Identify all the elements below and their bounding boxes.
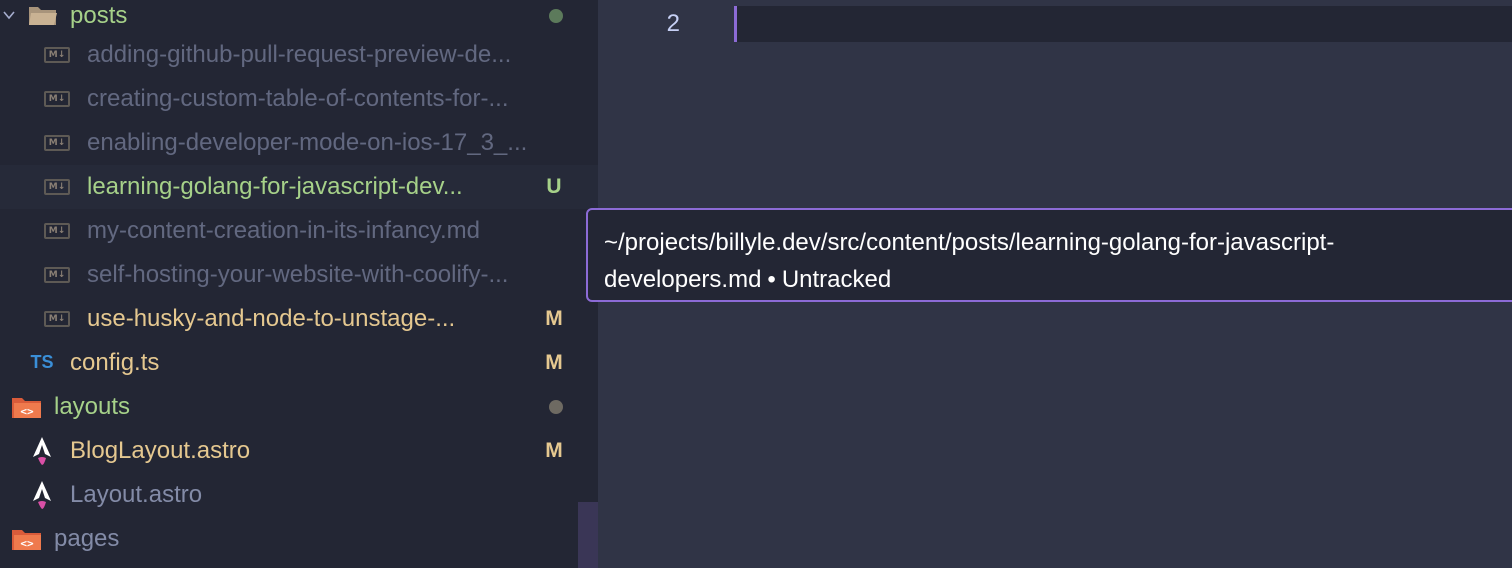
folder-open-icon: [26, 2, 60, 28]
folder-label: posts: [70, 2, 128, 29]
file-label: self-hosting-your-website-with-coolify-.…: [87, 261, 509, 288]
file-row-layout[interactable]: Layout.astro: [0, 473, 598, 517]
git-status-badge: M: [545, 307, 563, 330]
svg-text:<>: <>: [20, 537, 34, 550]
markdown-icon: M↓: [44, 135, 70, 151]
git-status-badge: M: [545, 439, 563, 462]
file-row-selected[interactable]: M↓ learning-golang-for-javascript-dev...…: [0, 165, 598, 209]
file-row-config[interactable]: TS config.ts M: [0, 341, 598, 385]
tooltip-git-state: Untracked: [781, 266, 892, 293]
file-row[interactable]: M↓ creating-custom-table-of-contents-for…: [0, 77, 598, 121]
file-row-blog-layout[interactable]: BlogLayout.astro M: [0, 429, 598, 473]
markdown-icon: M↓: [44, 223, 70, 239]
file-label: my-content-creation-in-its-infancy.md: [87, 217, 481, 244]
file-label: BlogLayout.astro: [70, 437, 251, 464]
tooltip-path-line-1: ~/projects/billyle.dev/src/content/posts…: [604, 229, 1335, 256]
folder-label: pages: [54, 525, 120, 552]
svg-text:<>: <>: [20, 405, 34, 418]
markdown-icon: M↓: [44, 267, 70, 283]
file-row[interactable]: M↓ self-hosting-your-website-with-coolif…: [0, 253, 598, 297]
file-path-tooltip: ~/projects/billyle.dev/src/content/posts…: [586, 208, 1512, 302]
file-label: use-husky-and-node-to-unstage-...: [87, 305, 456, 332]
current-line-highlight: [734, 6, 1512, 42]
folder-pages-icon: <>: [10, 525, 44, 553]
folder-layouts-icon: <>: [10, 393, 44, 421]
file-row[interactable]: M↓ use-husky-and-node-to-unstage-... M: [0, 297, 598, 341]
git-status-badge: M: [545, 351, 563, 374]
astro-icon: [28, 479, 56, 511]
typescript-icon: TS: [30, 351, 54, 372]
file-label: config.ts: [70, 349, 160, 376]
text-cursor: [734, 6, 737, 42]
tooltip-separator: •: [767, 266, 776, 293]
markdown-icon: M↓: [44, 311, 70, 327]
markdown-icon: M↓: [44, 91, 70, 107]
tooltip-line-2: developers.md • Untracked: [604, 261, 1508, 298]
sidebar-scrollbar-thumb[interactable]: [578, 502, 598, 568]
status-dot: [549, 9, 563, 23]
file-label: Layout.astro: [70, 481, 203, 508]
chevron-down-icon[interactable]: [2, 6, 16, 26]
status-dot: [549, 400, 563, 414]
file-row[interactable]: M↓ enabling-developer-mode-on-ios-17_3_.…: [0, 121, 598, 165]
file-row[interactable]: M↓ adding-github-pull-request-preview-de…: [0, 33, 598, 77]
file-label: adding-github-pull-request-preview-de...: [87, 41, 512, 68]
file-label: learning-golang-for-javascript-dev...: [87, 173, 463, 200]
markdown-icon: M↓: [44, 47, 70, 63]
astro-icon: [28, 435, 56, 467]
file-row[interactable]: M↓ my-content-creation-in-its-infancy.md: [0, 209, 598, 253]
line-number: 2: [666, 10, 680, 37]
explorer-sidebar: posts M↓ adding-github-pull-request-prev…: [0, 0, 598, 568]
folder-pages[interactable]: <> pages: [0, 517, 598, 561]
file-label: creating-custom-table-of-contents-for-..…: [87, 85, 509, 112]
file-label: enabling-developer-mode-on-ios-17_3_...: [87, 129, 528, 156]
vscode-window: posts M↓ adding-github-pull-request-prev…: [0, 0, 1512, 568]
tooltip-path-line-2: developers.md: [604, 266, 762, 293]
folder-label: layouts: [54, 393, 131, 420]
markdown-icon: M↓: [44, 179, 70, 195]
git-status-badge: U: [546, 175, 562, 198]
folder-layouts[interactable]: <> layouts: [0, 385, 598, 429]
